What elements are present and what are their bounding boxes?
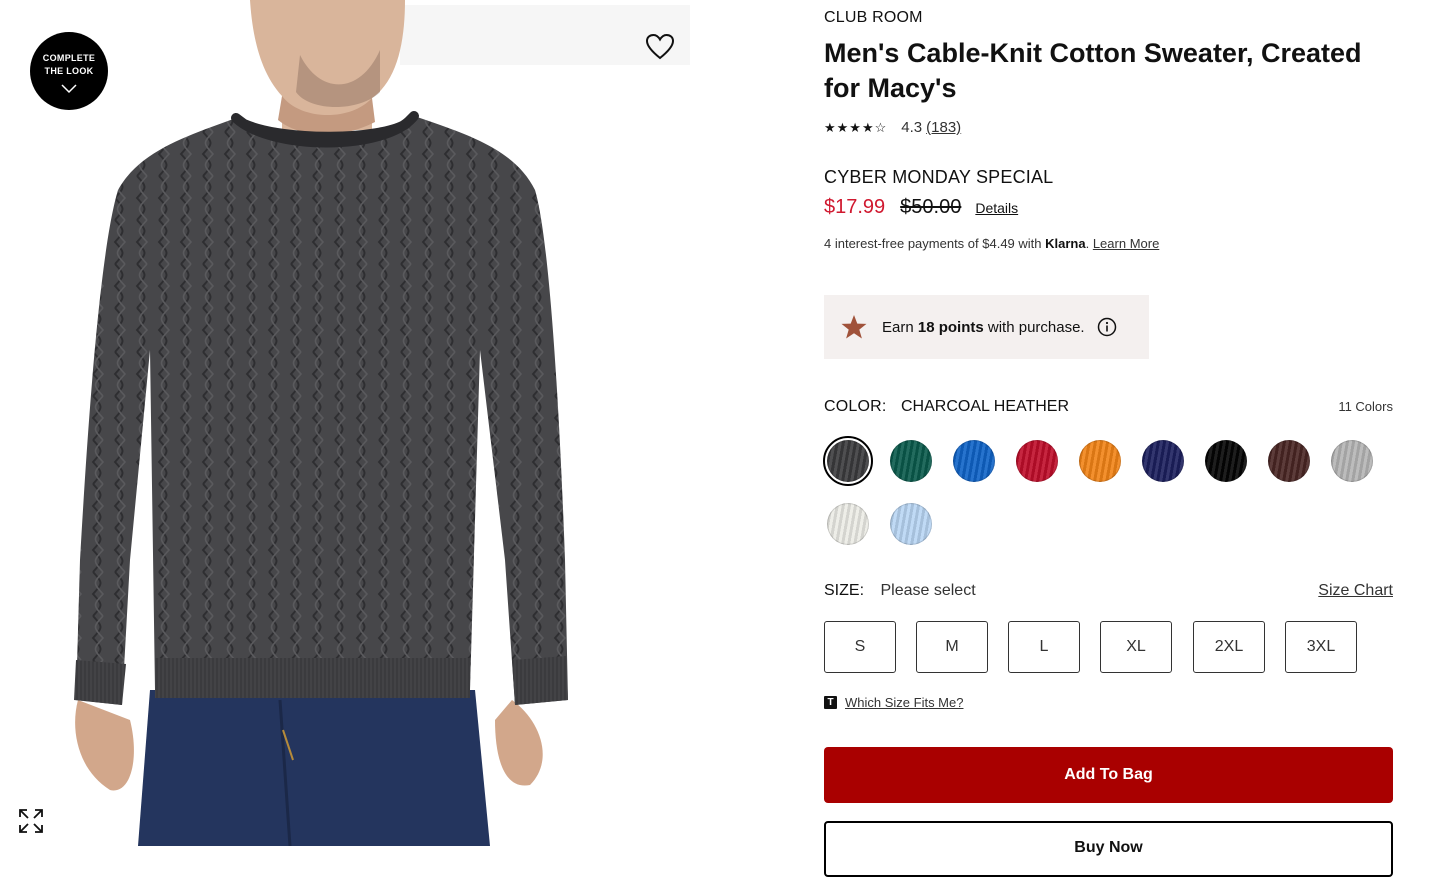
color-swatch-navy[interactable] — [1142, 440, 1184, 482]
complete-look-line2: THE LOOK — [44, 66, 94, 76]
color-swatch-charcoal[interactable] — [823, 436, 873, 486]
klarna-text: 4 interest-free payments of $4.49 with — [824, 236, 1046, 251]
rating-stars-icon: ★★★★☆ — [824, 119, 888, 135]
selected-color: CHARCOAL HEATHER — [901, 398, 1070, 415]
size-option-2xl[interactable]: 2XL — [1193, 621, 1265, 673]
klarna-brand: Klarna — [1045, 236, 1086, 251]
color-selector-header: COLOR: CHARCOAL HEATHER 11 Colors — [824, 398, 1393, 416]
rating-summary[interactable]: ★★★★☆ 4.3 (183) — [824, 119, 961, 136]
klarna-dot: . — [1085, 236, 1093, 251]
expand-icon[interactable] — [18, 808, 44, 834]
rewards-banner: Earn 18 points with purchase. — [824, 295, 1149, 359]
promo-label: CYBER MONDAY SPECIAL — [824, 167, 1054, 187]
size-option-s[interactable]: S — [824, 621, 896, 673]
add-to-bag-button[interactable]: Add To Bag — [824, 747, 1393, 803]
size-option-xl[interactable]: XL — [1100, 621, 1172, 673]
buy-now-button[interactable]: Buy Now — [824, 821, 1393, 877]
size-label: SIZE: — [824, 582, 865, 599]
size-selector-header: SIZE: Please select Size Chart — [824, 582, 1393, 600]
true-fit-icon: T — [824, 696, 837, 709]
fit-finder[interactable]: T Which Size Fits Me? — [824, 695, 963, 710]
size-chart-link[interactable]: Size Chart — [1318, 582, 1393, 600]
rating-value: 4.3 — [901, 119, 923, 136]
color-label: COLOR: — [824, 398, 887, 415]
color-swatch-cream[interactable] — [827, 503, 869, 545]
size-option-m[interactable]: M — [916, 621, 988, 673]
original-price: $50.00 — [900, 196, 962, 218]
price-block: $17.99 $50.00 Details — [824, 196, 1018, 219]
brand-link[interactable]: CLUB ROOM — [824, 9, 923, 27]
rewards-suffix: with purchase. — [983, 318, 1085, 336]
color-swatch-brown[interactable] — [1268, 440, 1310, 482]
rewards-earn-text: Earn — [882, 318, 918, 336]
complete-look-label: COMPLETE THE LOOK — [30, 52, 108, 78]
product-image-area: COMPLETE THE LOOK — [0, 0, 700, 846]
learn-more-link[interactable]: Learn More — [1093, 236, 1159, 251]
color-count: 11 Colors — [1338, 399, 1393, 414]
heart-icon[interactable] — [645, 33, 675, 61]
color-swatch-blue[interactable] — [953, 440, 995, 482]
color-swatch-red[interactable] — [1016, 440, 1058, 482]
color-swatch-grey[interactable] — [1331, 440, 1373, 482]
color-swatch-black[interactable] — [1205, 440, 1247, 482]
size-value: Please select — [880, 582, 976, 599]
product-title: Men's Cable-Knit Cotton Sweater, Created… — [824, 38, 1362, 103]
chevron-down-icon — [61, 84, 77, 94]
star-icon — [841, 315, 867, 339]
sale-price: $17.99 — [824, 196, 886, 218]
complete-the-look-button[interactable]: COMPLETE THE LOOK — [30, 32, 108, 110]
product-photo — [0, 0, 700, 846]
color-swatch-green[interactable] — [890, 440, 932, 482]
rewards-points: 18 points — [917, 318, 984, 336]
size-option-l[interactable]: L — [1008, 621, 1080, 673]
color-swatch-orange[interactable] — [1079, 440, 1121, 482]
info-icon[interactable] — [1097, 317, 1117, 337]
complete-look-line1: COMPLETE — [42, 53, 96, 63]
details-link[interactable]: Details — [975, 200, 1018, 216]
review-count-link[interactable]: (183) — [926, 119, 961, 136]
color-swatch-light-blue[interactable] — [890, 503, 932, 545]
size-option-3xl[interactable]: 3XL — [1285, 621, 1357, 673]
which-size-fits-link[interactable]: Which Size Fits Me? — [845, 695, 963, 710]
klarna-message: 4 interest-free payments of $4.49 with K… — [824, 236, 1159, 251]
